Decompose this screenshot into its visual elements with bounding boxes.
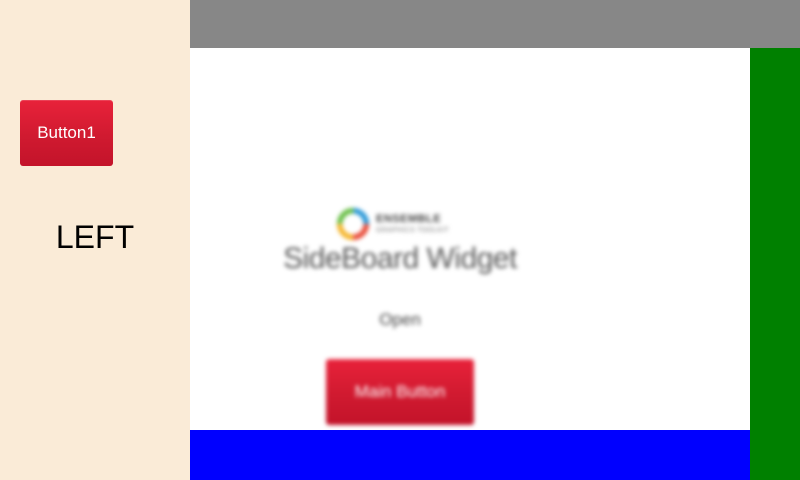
- main-button[interactable]: Main Button: [326, 359, 474, 425]
- ensemble-ring-logo-icon: [336, 207, 370, 241]
- top-sideboard-bar: [190, 0, 800, 48]
- main-content-blur-layer: ENSEMBLE GRAPHICS TOOLKIT SideBoard Widg…: [190, 48, 750, 430]
- main-content-area: ENSEMBLE GRAPHICS TOOLKIT SideBoard Widg…: [190, 48, 750, 430]
- button1[interactable]: Button1: [20, 100, 113, 166]
- left-panel-label: LEFT: [55, 219, 135, 255]
- app-window: Button1 LEFT ENSEMBLE GRAPHICS TOOLKIT S…: [0, 0, 800, 480]
- left-sideboard-panel: Button1 LEFT: [0, 0, 190, 480]
- sideboard-status-text: Open: [379, 310, 421, 329]
- bottom-sideboard-bar: [190, 430, 750, 480]
- logo-tagline-text: GRAPHICS TOOLKIT: [376, 227, 450, 234]
- right-sideboard-bar: [750, 48, 800, 480]
- widget-title: SideBoard Widget: [283, 242, 517, 275]
- logo-brand-text: ENSEMBLE: [376, 213, 442, 225]
- ensemble-logo: ENSEMBLE GRAPHICS TOOLKIT: [334, 202, 470, 246]
- logo-wordmark: ENSEMBLE GRAPHICS TOOLKIT: [376, 213, 450, 235]
